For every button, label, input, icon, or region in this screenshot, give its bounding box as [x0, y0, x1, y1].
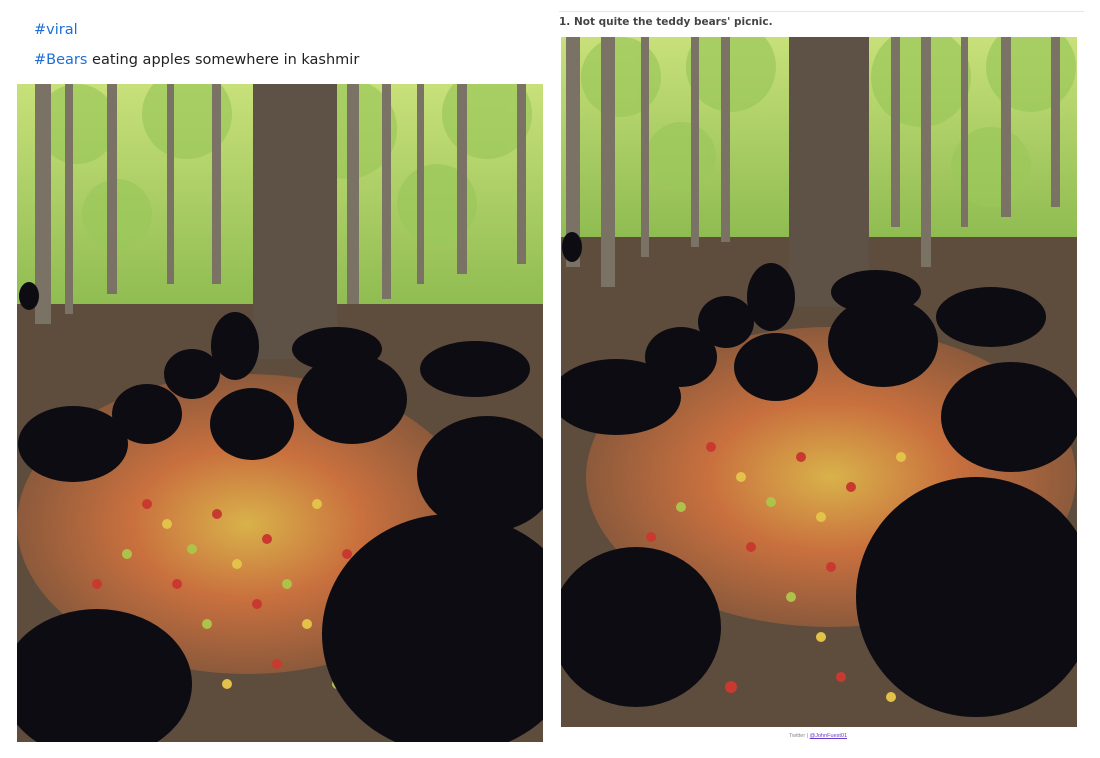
credit-handle-link[interactable]: @JohnFuest01 — [810, 733, 847, 739]
hashtag-line: #viral — [34, 22, 78, 38]
photo-credit: Twitter | @JohnFuest01 — [560, 733, 1076, 739]
bears-eating-apples-photo-right[interactable] — [561, 37, 1077, 727]
bears-eating-apples-photo-left[interactable] — [17, 84, 543, 742]
listicle-heading: 1. Not quite the teddy bears' picnic. — [559, 16, 773, 28]
hashtag-bears-link[interactable]: #Bears — [34, 52, 87, 68]
caption-text: eating apples somewhere in kashmir — [87, 52, 360, 68]
left-post: #viral #Bears eating apples somewhere in… — [0, 0, 552, 758]
caption-line: #Bears eating apples somewhere in kashmi… — [34, 52, 359, 68]
heading-divider — [559, 11, 1084, 12]
credit-prefix: Twitter | — [788, 733, 810, 739]
hashtag-viral-link[interactable]: #viral — [34, 22, 78, 38]
